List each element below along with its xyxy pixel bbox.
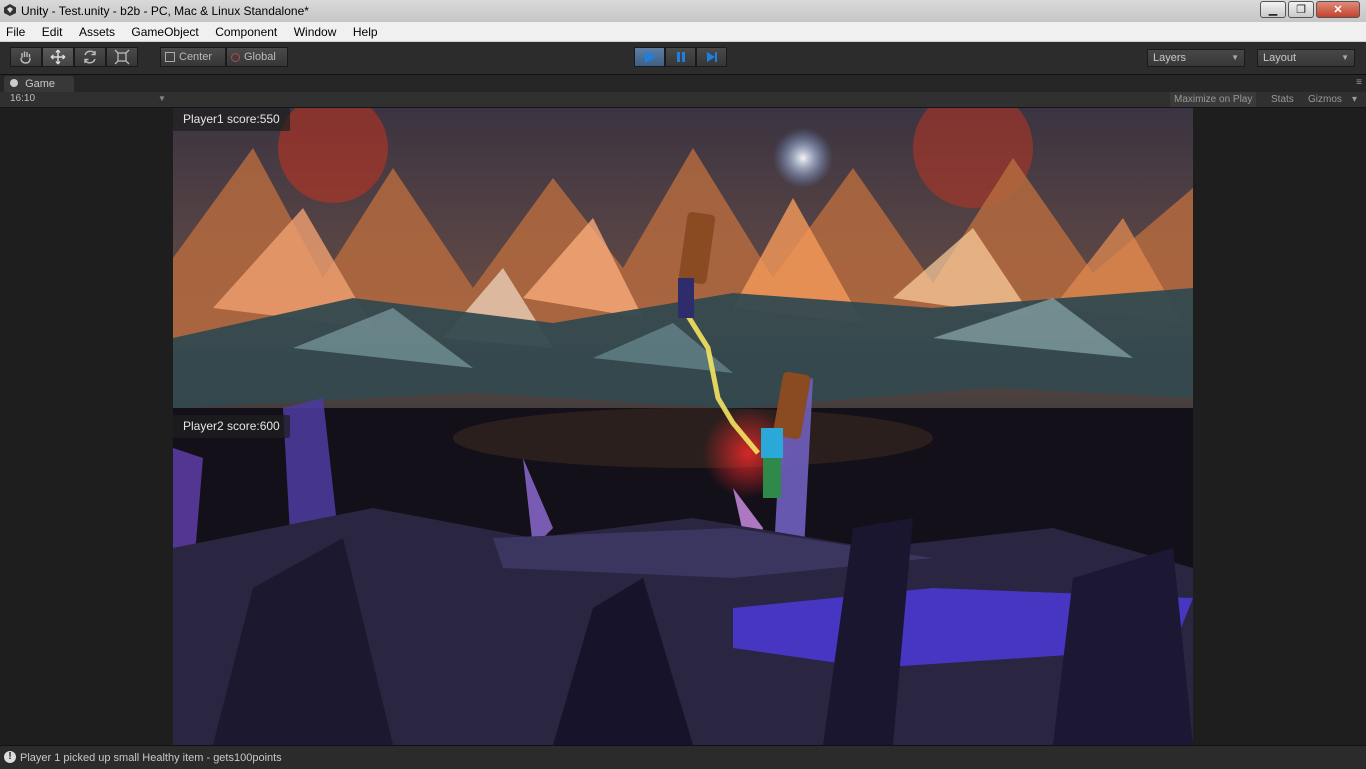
menu-gameobject[interactable]: GameObject [125,22,204,39]
step-button[interactable] [696,47,727,67]
scale-tool-button[interactable] [106,47,138,67]
menu-component[interactable]: Component [209,22,283,39]
info-icon: ! [4,751,16,763]
globe-icon [231,52,240,62]
hand-tool-button[interactable] [10,47,42,67]
minimize-button[interactable]: ▁ [1260,1,1286,18]
pause-button[interactable] [665,47,696,67]
play-icon [644,51,656,63]
menu-edit[interactable]: Edit [36,22,69,39]
pivot-center-toggle[interactable]: Center [160,47,226,67]
menu-file[interactable]: File [0,22,31,39]
maximize-button[interactable]: ❐ [1288,1,1314,18]
menu-bar: File Edit Assets GameObject Component Wi… [0,22,1366,42]
aspect-ratio-dropdown[interactable]: 16:10 [10,93,35,104]
stats-toggle[interactable]: Stats [1267,92,1298,107]
gizmos-toggle[interactable]: Gizmos [1304,92,1346,107]
space-global-label: Global [244,51,276,63]
pause-icon [676,52,685,62]
tab-game[interactable]: Game [4,76,74,92]
pivot-center-label: Center [179,51,213,63]
game-scene-render [173,108,1193,745]
hand-tool-icon [20,51,31,64]
rotate-tool-icon [84,50,96,64]
maximize-on-play-toggle[interactable]: Maximize on Play [1170,92,1257,107]
chevron-down-icon: ▼ [1341,53,1349,62]
rotate-tool-button[interactable] [74,47,106,67]
tab-game-label: Game [25,78,56,90]
chevron-down-icon: ▾ [1352,94,1358,105]
game-options-bar: 16:10 ▼ Maximize on Play Stats Gizmos ▾ [0,92,1366,108]
play-button[interactable] [634,47,665,67]
window-title: Unity - Test.unity - b2b - PC, Mac & Lin… [21,4,309,18]
menu-assets[interactable]: Assets [73,22,121,39]
console-message[interactable]: Player 1 picked up small Healthy item - … [20,752,282,764]
menu-help[interactable]: Help [347,22,384,39]
status-bar: ! Player 1 picked up small Healthy item … [0,745,1366,769]
player1-score-label: Player1 score:550 [173,108,290,131]
player2-score-label: Player2 score:600 [173,415,290,438]
layers-dropdown[interactable]: Layers ▼ [1147,49,1245,67]
close-button[interactable]: ✕ [1316,1,1360,18]
main-toolbar: Center Global Layers ▼ Layout ▼ [0,42,1366,75]
layout-label: Layout [1263,52,1297,64]
step-icon [706,52,717,62]
space-global-toggle[interactable]: Global [226,47,288,67]
scale-tool-icon [114,49,130,65]
game-viewport[interactable]: Player1 score:550 Player2 score:600 [173,108,1193,745]
panel-menu-icon[interactable]: ≡ [1356,77,1362,88]
menu-window[interactable]: Window [288,22,343,39]
move-tool-icon [50,49,66,65]
window-titlebar: Unity - Test.unity - b2b - PC, Mac & Lin… [0,0,1366,23]
move-tool-button[interactable] [42,47,74,67]
game-tab-icon [10,79,18,87]
unity-logo-icon [4,4,16,16]
layout-dropdown[interactable]: Layout ▼ [1257,49,1355,67]
pivot-icon [165,52,175,62]
chevron-down-icon: ▼ [158,94,166,103]
panel-tab-bar: Game ≡ [0,75,1366,92]
chevron-down-icon: ▼ [1231,53,1239,62]
layers-label: Layers [1153,52,1187,64]
